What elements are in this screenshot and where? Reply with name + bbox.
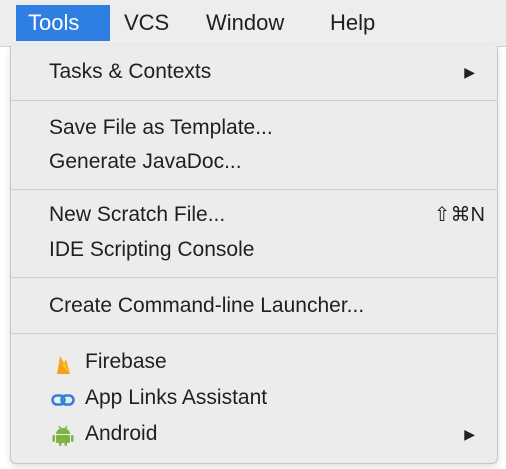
menu-item-label: Create Command-line Launcher... — [49, 294, 365, 317]
menu-separator — [11, 333, 497, 334]
menu-item-label: Firebase — [85, 350, 167, 373]
menu-bar: Tools VCS Window Help — [0, 0, 506, 47]
menu-item-android[interactable]: Android ▶ — [11, 416, 497, 452]
menu-item-label: Save File as Template... — [49, 116, 273, 139]
menu-item-label: New Scratch File... — [49, 203, 226, 226]
menu-vcs[interactable]: VCS — [112, 5, 190, 41]
link-icon — [51, 387, 75, 409]
menu-window[interactable]: Window — [194, 5, 318, 41]
menu-separator — [11, 189, 497, 190]
menu-item-label: App Links Assistant — [85, 386, 268, 409]
firebase-icon — [51, 351, 75, 374]
menu-item-create-command-line-launcher[interactable]: Create Command-line Launcher... — [11, 288, 497, 324]
android-icon — [51, 423, 75, 446]
keyboard-shortcut: ⇧⌘N — [433, 204, 485, 226]
submenu-arrow-icon: ▶ — [464, 64, 475, 80]
menu-item-new-scratch-file[interactable]: New Scratch File... ⇧⌘N — [11, 197, 497, 233]
tools-dropdown-menu: Tasks & Contexts ▶ Save File as Template… — [10, 46, 498, 464]
menu-item-label: IDE Scripting Console — [49, 238, 255, 261]
menu-tools[interactable]: Tools — [16, 5, 110, 41]
submenu-arrow-icon: ▶ — [464, 426, 475, 442]
menu-item-ide-scripting-console[interactable]: IDE Scripting Console — [11, 232, 497, 268]
menu-help[interactable]: Help — [318, 5, 400, 41]
menu-separator — [11, 277, 497, 278]
menu-separator — [11, 100, 497, 101]
menu-item-label: Generate JavaDoc... — [49, 150, 242, 173]
menu-item-tasks-contexts[interactable]: Tasks & Contexts ▶ — [11, 54, 497, 90]
menu-item-generate-javadoc[interactable]: Generate JavaDoc... — [11, 144, 497, 180]
menu-item-firebase[interactable]: Firebase — [11, 344, 497, 380]
menu-item-label: Tasks & Contexts — [49, 60, 212, 83]
menu-item-app-links-assistant[interactable]: App Links Assistant — [11, 380, 497, 416]
menu-item-save-file-as-template[interactable]: Save File as Template... — [11, 110, 497, 146]
menu-item-label: Android — [85, 422, 158, 445]
screen: Tools VCS Window Help Tasks & Contexts ▶… — [0, 0, 506, 469]
